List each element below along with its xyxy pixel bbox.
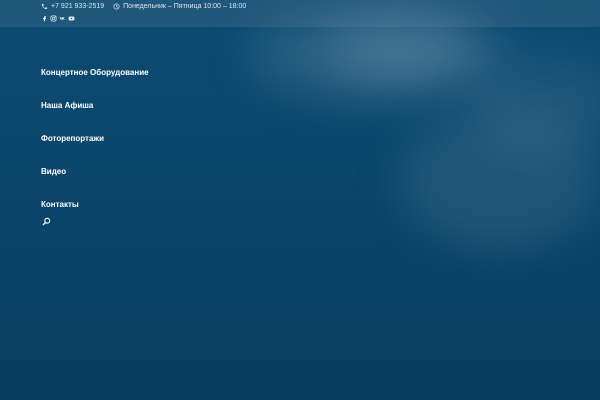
search-icon	[42, 217, 50, 225]
nav-item-concert-equipment: Концертное Оборудование	[41, 62, 149, 95]
background-cloud	[470, 60, 600, 150]
vk-icon	[59, 17, 65, 20]
contact-row: +7 921 933-2519 Понедельник – Пятница 10…	[41, 3, 255, 10]
nav-link-poster[interactable]: Наша Афиша	[41, 100, 93, 111]
nav-item-video: Видео	[41, 161, 149, 194]
nav-item-photo-reports: Фоторепортажи	[41, 128, 149, 161]
working-hours: Понедельник – Пятница 10:00 – 18:00	[113, 3, 246, 10]
phone-icon	[41, 3, 48, 10]
working-hours-text: Понедельник – Пятница 10:00 – 18:00	[123, 3, 247, 10]
facebook-icon	[43, 16, 47, 22]
vk-link[interactable]	[59, 15, 66, 22]
youtube-icon	[68, 16, 75, 21]
nav-item-contacts: Контакты	[41, 194, 149, 227]
background-cloud	[330, 20, 470, 80]
nav-item-poster: Наша Афиша	[41, 95, 149, 128]
clock-icon	[113, 3, 120, 10]
instagram-icon	[50, 15, 57, 22]
search-button[interactable]	[41, 216, 51, 226]
phone-link[interactable]: +7 921 933-2519	[41, 3, 104, 10]
youtube-link[interactable]	[68, 15, 75, 22]
nav-link-video[interactable]: Видео	[41, 166, 66, 177]
nav-link-contacts[interactable]: Контакты	[41, 199, 79, 210]
facebook-link[interactable]	[41, 15, 48, 22]
phone-number: +7 921 933-2519	[51, 3, 105, 10]
instagram-link[interactable]	[50, 15, 57, 22]
social-links	[41, 15, 77, 22]
nav-link-photo-reports[interactable]: Фоторепортажи	[41, 133, 104, 144]
nav-link-concert-equipment[interactable]: Концертное Оборудование	[41, 67, 149, 78]
background-cloud	[400, 110, 600, 250]
main-navigation: Концертное Оборудование Наша Афиша Фотор…	[41, 62, 149, 227]
